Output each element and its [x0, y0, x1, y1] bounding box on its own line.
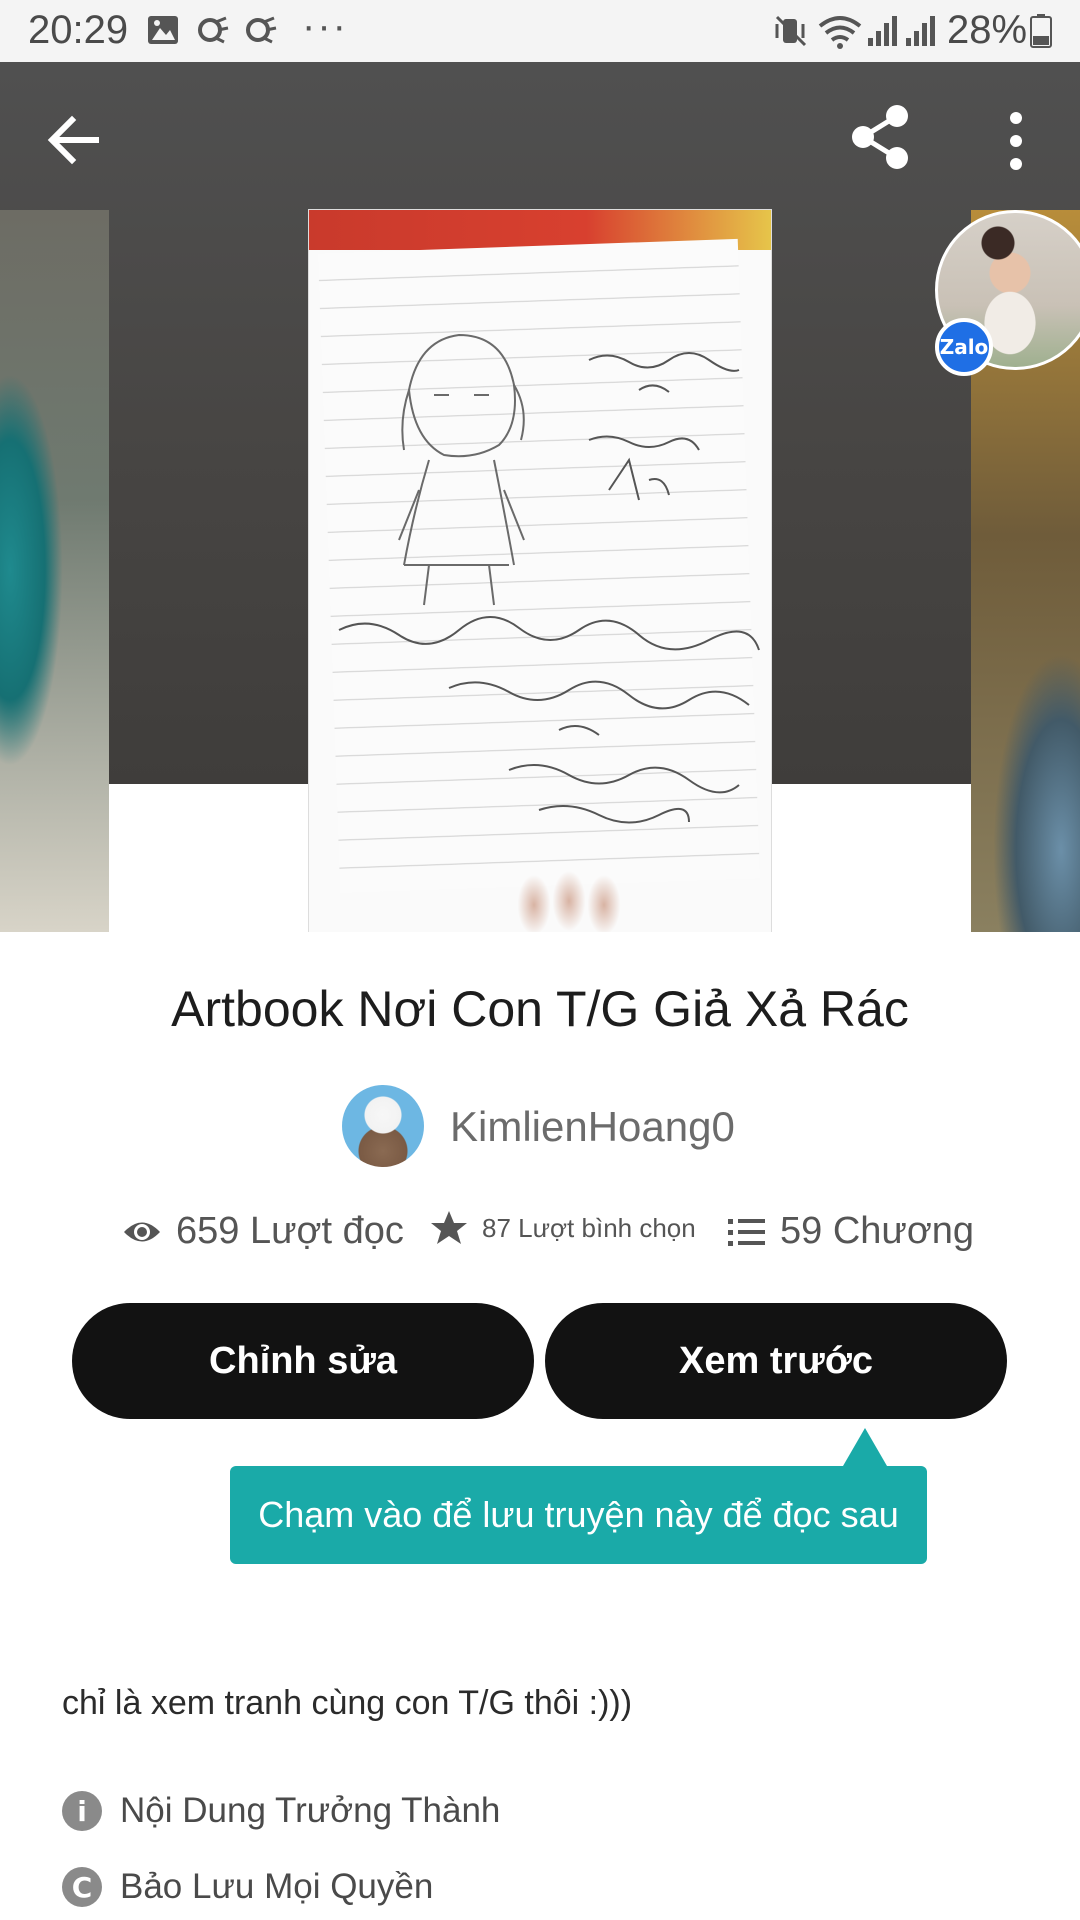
story-cover[interactable]	[309, 210, 771, 932]
app-notification-icon-2	[246, 16, 277, 44]
story-title: Artbook Nơi Con T/G Giả Xả Rác	[171, 981, 909, 1037]
story-cover-carousel[interactable]	[0, 62, 1080, 932]
edit-button[interactable]: Chỉnh sửa	[72, 1303, 534, 1419]
gallery-notification-icon	[148, 16, 178, 44]
tooltip-arrow	[843, 1428, 887, 1466]
author-name[interactable]: KimlienHoang0	[450, 1103, 735, 1151]
signal-icon-1	[868, 16, 897, 46]
content-rating: Nội Dung Trưởng Thành	[120, 1791, 501, 1830]
star-icon	[431, 1211, 467, 1244]
battery-percent: 28%	[947, 8, 1028, 52]
more-notifications-icon: ···	[302, 4, 348, 48]
mute-vibrate-icon	[775, 15, 807, 47]
back-arrow-icon[interactable]	[44, 110, 104, 170]
list-icon	[728, 1218, 765, 1246]
zalo-badge-icon: Zalo	[935, 318, 993, 376]
cover-sketch-image	[338, 333, 760, 824]
more-vertical-icon[interactable]	[996, 108, 1036, 174]
author-avatar[interactable]	[342, 1085, 424, 1167]
votes-stat: 87 Lượt bình chọn	[430, 1210, 696, 1246]
save-for-later-tooltip[interactable]: Chạm vào để lưu truyện này để đọc sau	[230, 1466, 927, 1564]
app-notification-icon	[198, 16, 229, 44]
chapters-stat: 59 Chương	[728, 1210, 974, 1253]
copyright-text: Bảo Lưu Mọi Quyền	[120, 1867, 434, 1906]
eye-icon	[124, 1222, 160, 1241]
info-icon: i	[62, 1791, 102, 1831]
preview-button[interactable]: Xem trước	[545, 1303, 1007, 1419]
signal-icon-2	[906, 16, 935, 46]
previous-cover[interactable]	[0, 210, 109, 932]
reads-count: 659 Lượt đọc	[176, 1210, 404, 1252]
author-row[interactable]: KimlienHoang0	[0, 1085, 1080, 1171]
story-stats: 659 Lượt đọc 87 Lượt bình chọn 59 Chương	[0, 1210, 1080, 1270]
chapters-count: 59 Chương	[780, 1210, 975, 1252]
content-rating-row: i Nội Dung Trưởng Thành	[62, 1791, 500, 1831]
status-bar: 20:29 ··· 28%	[0, 0, 1080, 62]
copyright-icon: C	[62, 1867, 102, 1907]
share-icon[interactable]	[845, 102, 915, 172]
votes-count: 87 Lượt bình chọn	[482, 1212, 696, 1243]
wifi-icon	[818, 16, 862, 49]
story-description: chỉ là xem tranh cùng con T/G thôi :)))	[62, 1684, 633, 1722]
battery-icon	[1030, 14, 1052, 48]
reads-stat: 659 Lượt đọc	[122, 1210, 404, 1253]
copyright-row: C Bảo Lưu Mọi Quyền	[62, 1867, 433, 1907]
cover-fingers	[509, 865, 629, 932]
status-time: 20:29	[28, 8, 129, 52]
